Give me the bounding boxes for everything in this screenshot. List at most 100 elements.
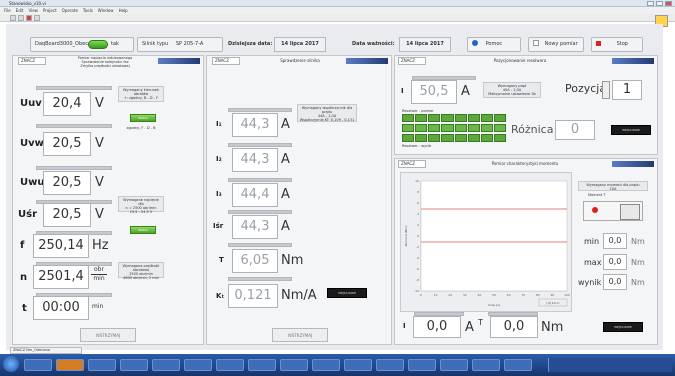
taskbar-item[interactable] bbox=[344, 359, 372, 371]
start-button-icon[interactable] bbox=[3, 356, 19, 372]
toggle-label: tak bbox=[111, 41, 119, 47]
menu-file[interactable]: File bbox=[4, 7, 11, 14]
led bbox=[454, 124, 467, 132]
taskbar-item[interactable] bbox=[440, 359, 468, 371]
taskbar-item[interactable] bbox=[312, 359, 340, 371]
minimize-button[interactable] bbox=[647, 1, 654, 6]
stop-button[interactable]: Stop bbox=[591, 37, 643, 52]
iavg-unit: A bbox=[281, 219, 290, 234]
new-measurement-button[interactable]: Nowy pomiar bbox=[528, 37, 584, 52]
menu-window[interactable]: Window bbox=[98, 7, 114, 14]
taskbar-item[interactable] bbox=[56, 359, 84, 371]
frame-bar bbox=[36, 86, 112, 90]
frame-bar bbox=[228, 243, 292, 247]
panel2-marker[interactable]: ZNACZ bbox=[212, 57, 240, 65]
taskbar-item[interactable] bbox=[280, 359, 308, 371]
uavg-label: Uśr bbox=[18, 209, 38, 220]
iavg-value: 44,3 bbox=[232, 215, 278, 239]
taskbar-item[interactable] bbox=[472, 359, 500, 371]
y-tick-label: 10 bbox=[415, 179, 419, 183]
x-tick-label: 80 bbox=[536, 293, 540, 297]
x-tick-label: 70 bbox=[521, 293, 525, 297]
panel1-pause-button[interactable]: WSTRZYMAJ bbox=[80, 328, 136, 342]
taskbar-item[interactable] bbox=[408, 359, 436, 371]
led bbox=[467, 114, 480, 122]
window-title: Stanowisko_v10.vi bbox=[0, 0, 675, 7]
panel1-header-bar bbox=[158, 58, 200, 64]
panel4-header-bar bbox=[612, 161, 654, 167]
led bbox=[493, 124, 506, 132]
y-tick-label: -8 bbox=[416, 278, 419, 282]
x-tick-label: 50 bbox=[492, 293, 496, 297]
uuv-value: 20,4 bbox=[43, 92, 91, 116]
motor-type-field[interactable]: Silnik typu SP 205-7-A bbox=[137, 37, 223, 52]
led bbox=[428, 134, 441, 142]
kt-unit: Nm/A bbox=[281, 288, 317, 303]
menu-view[interactable]: View bbox=[28, 7, 38, 14]
led bbox=[480, 134, 493, 142]
freq-label: f bbox=[20, 240, 25, 251]
taskbar-item[interactable] bbox=[152, 359, 180, 371]
taskbar-item[interactable] bbox=[184, 359, 212, 371]
menu-tools[interactable]: Tools bbox=[83, 7, 93, 14]
maximize-button[interactable] bbox=[656, 1, 663, 6]
resolver-led-row-1 bbox=[402, 114, 506, 122]
abort-icon[interactable] bbox=[26, 15, 32, 21]
cursor-tools-icon[interactable] bbox=[620, 204, 640, 220]
taskbar-item[interactable] bbox=[88, 359, 116, 371]
led bbox=[415, 114, 428, 122]
daq-toggle[interactable] bbox=[88, 40, 108, 49]
taskbar-item[interactable] bbox=[216, 359, 244, 371]
help-button[interactable]: Pomoc bbox=[467, 37, 521, 52]
panel1-marker[interactable]: ZNACZ bbox=[18, 57, 46, 65]
panel3-result-button[interactable]: WEJŚCIOWE bbox=[611, 125, 651, 135]
graph-palette[interactable] bbox=[583, 201, 643, 221]
run-arrow-icon[interactable] bbox=[10, 15, 16, 21]
panel4-result-button[interactable]: WEJŚCIOWE bbox=[603, 322, 643, 332]
difference-label: Różnica bbox=[511, 123, 554, 136]
run-continuous-icon[interactable] bbox=[18, 15, 24, 21]
taskbar-item[interactable] bbox=[120, 359, 148, 371]
leds-top-label: Resolwer - pomiar bbox=[402, 109, 434, 113]
motor-type-label: Silnik typu bbox=[142, 41, 169, 47]
menu-operate[interactable]: Operate bbox=[62, 7, 78, 14]
taskbar-item[interactable] bbox=[24, 359, 52, 371]
speed-unit-bottom: min bbox=[93, 275, 105, 282]
i1-label: I₁ bbox=[216, 120, 222, 128]
y-tick-label: 4 bbox=[417, 212, 419, 216]
led bbox=[454, 134, 467, 142]
stop-icon bbox=[596, 41, 601, 46]
menu-edit[interactable]: Edit bbox=[16, 7, 24, 14]
taskbar-item[interactable] bbox=[376, 359, 404, 371]
taskbar-item[interactable] bbox=[248, 359, 276, 371]
kt-requirement-note: Wymagany współczynnik dla prądu 44A - 1,… bbox=[297, 104, 357, 122]
x-tick-label: 10 bbox=[434, 293, 438, 297]
panel4-marker[interactable]: ZNACZ bbox=[398, 160, 426, 168]
panel2-pause-button[interactable]: WSTRZYMAJ bbox=[272, 328, 328, 342]
position-value[interactable]: 1 bbox=[612, 80, 642, 100]
panel2-result-button[interactable]: WEJŚCIOWE bbox=[327, 288, 367, 298]
led bbox=[402, 114, 415, 122]
panel3-marker[interactable]: ZNACZ bbox=[398, 57, 426, 65]
taskbar-item[interactable] bbox=[504, 359, 532, 371]
menu-help[interactable]: Help bbox=[119, 7, 128, 14]
voltage-requirement-note: Wymagane napięcie dla n = 2500 obr/min 1… bbox=[118, 196, 164, 214]
result-value: 0,0 bbox=[603, 274, 627, 290]
pause-icon[interactable] bbox=[34, 15, 40, 21]
help-label: Pomoc bbox=[485, 41, 503, 47]
menu-bar: File Edit View Project Operate Tools Win… bbox=[0, 7, 675, 14]
motor-type-value: SP 205-7-A bbox=[175, 41, 204, 47]
position-spinner[interactable] bbox=[602, 81, 610, 99]
menu-project[interactable]: Project bbox=[43, 7, 57, 14]
led bbox=[402, 134, 415, 142]
frame-bar bbox=[36, 166, 112, 170]
torque-label: T bbox=[219, 256, 224, 264]
stop-label: Stop bbox=[616, 41, 628, 47]
today-date: 14 lipca 2017 bbox=[274, 37, 326, 52]
uuv-unit: V bbox=[95, 96, 104, 111]
y-tick-label: 2 bbox=[417, 223, 419, 227]
panel2-title: Sprawdzenie silnika bbox=[280, 58, 320, 63]
x-tick-label: 0 bbox=[420, 293, 422, 297]
close-button[interactable] bbox=[665, 1, 672, 6]
resolver-led-row-3 bbox=[402, 134, 506, 142]
